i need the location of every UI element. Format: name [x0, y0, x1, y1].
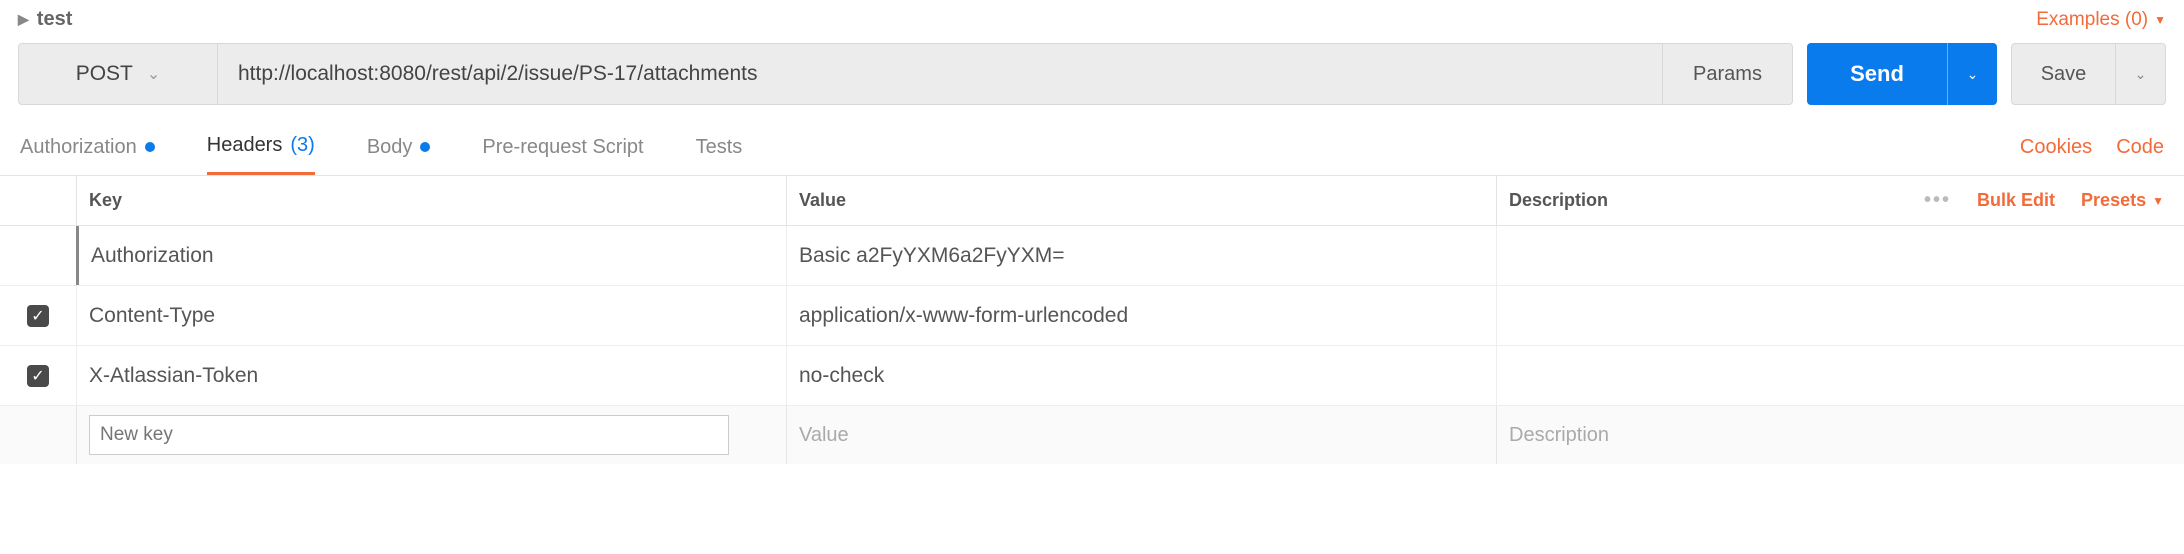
send-dropdown[interactable]: ⌄ [1947, 43, 1997, 105]
http-method-select[interactable]: POST ⌄ [18, 43, 218, 105]
chevron-down-icon: ⌄ [2135, 66, 2147, 83]
chevron-down-icon: ⌄ [147, 64, 160, 84]
presets-dropdown[interactable]: Presets ▼ [2081, 190, 2164, 211]
tab-count: (3) [290, 134, 314, 157]
caret-right-icon: ▶ [18, 11, 29, 28]
cookies-link[interactable]: Cookies [2020, 136, 2092, 159]
caret-down-icon: ▼ [2152, 194, 2164, 208]
row-checkbox[interactable]: ✓ [0, 365, 76, 387]
url-input[interactable]: http://localhost:8080/rest/api/2/issue/P… [218, 43, 1663, 105]
tab-body[interactable]: Body [367, 119, 431, 175]
table-header: Key Value Description ••• Bulk Edit Pres… [0, 176, 2184, 226]
new-value-placeholder[interactable]: Value [786, 406, 1496, 464]
tab-label: Body [367, 136, 413, 159]
header-key[interactable]: Content-Type [76, 286, 786, 345]
header-value[interactable]: application/x-www-form-urlencoded [786, 286, 1496, 345]
breadcrumb-title: test [37, 8, 73, 31]
row-checkbox[interactable]: ✓ [0, 305, 76, 327]
save-dropdown[interactable]: ⌄ [2116, 43, 2166, 105]
table-row[interactable]: ✓ X-Atlassian-Token no-check [0, 346, 2184, 406]
save-button[interactable]: Save [2011, 43, 2116, 105]
send-label: Send [1850, 61, 1904, 87]
more-icon[interactable]: ••• [1924, 189, 1951, 212]
tab-prerequest[interactable]: Pre-request Script [482, 119, 643, 175]
tab-label: Authorization [20, 136, 137, 159]
header-description[interactable] [1496, 346, 1874, 405]
chevron-down-icon: ⌄ [1967, 66, 1979, 83]
header-description[interactable] [1496, 286, 1874, 345]
bulk-edit-link[interactable]: Bulk Edit [1977, 190, 2055, 211]
new-header-row: Value Description [0, 406, 2184, 464]
examples-dropdown[interactable]: Examples (0) ▼ [2036, 9, 2166, 31]
method-label: POST [76, 62, 133, 86]
url-text: http://localhost:8080/rest/api/2/issue/P… [238, 62, 757, 86]
dot-indicator-icon [420, 142, 430, 152]
new-key-input[interactable] [89, 415, 729, 455]
params-button[interactable]: Params [1663, 43, 1793, 105]
tab-label: Pre-request Script [482, 136, 643, 159]
caret-down-icon: ▼ [2154, 13, 2166, 27]
col-header-value: Value [786, 176, 1496, 225]
tab-tests[interactable]: Tests [696, 119, 743, 175]
col-header-description: Description [1496, 176, 1874, 225]
tab-authorization[interactable]: Authorization [20, 119, 155, 175]
header-value[interactable]: no-check [786, 346, 1496, 405]
examples-label: Examples (0) [2036, 9, 2148, 31]
header-key[interactable]: X-Atlassian-Token [76, 346, 786, 405]
checkbox-checked-icon: ✓ [27, 305, 49, 327]
new-desc-placeholder[interactable]: Description [1496, 406, 1874, 464]
checkbox-checked-icon: ✓ [27, 365, 49, 387]
table-row[interactable]: Authorization Basic a2FyYXM6a2FyYXM= [0, 226, 2184, 286]
tab-headers[interactable]: Headers (3) [207, 119, 315, 175]
header-description[interactable] [1496, 226, 1874, 285]
header-key[interactable]: Authorization [76, 226, 786, 285]
header-value[interactable]: Basic a2FyYXM6a2FyYXM= [786, 226, 1496, 285]
tab-label: Headers [207, 134, 283, 157]
table-row[interactable]: ✓ Content-Type application/x-www-form-ur… [0, 286, 2184, 346]
breadcrumb[interactable]: ▶ test [18, 8, 72, 31]
presets-label: Presets [2081, 190, 2146, 211]
dot-indicator-icon [145, 142, 155, 152]
send-button[interactable]: Send [1807, 43, 1947, 105]
code-link[interactable]: Code [2116, 136, 2164, 159]
headers-table: Key Value Description ••• Bulk Edit Pres… [0, 175, 2184, 464]
save-label: Save [2041, 63, 2087, 86]
params-label: Params [1693, 63, 1762, 86]
tab-label: Tests [696, 136, 743, 159]
col-header-key: Key [76, 176, 786, 225]
